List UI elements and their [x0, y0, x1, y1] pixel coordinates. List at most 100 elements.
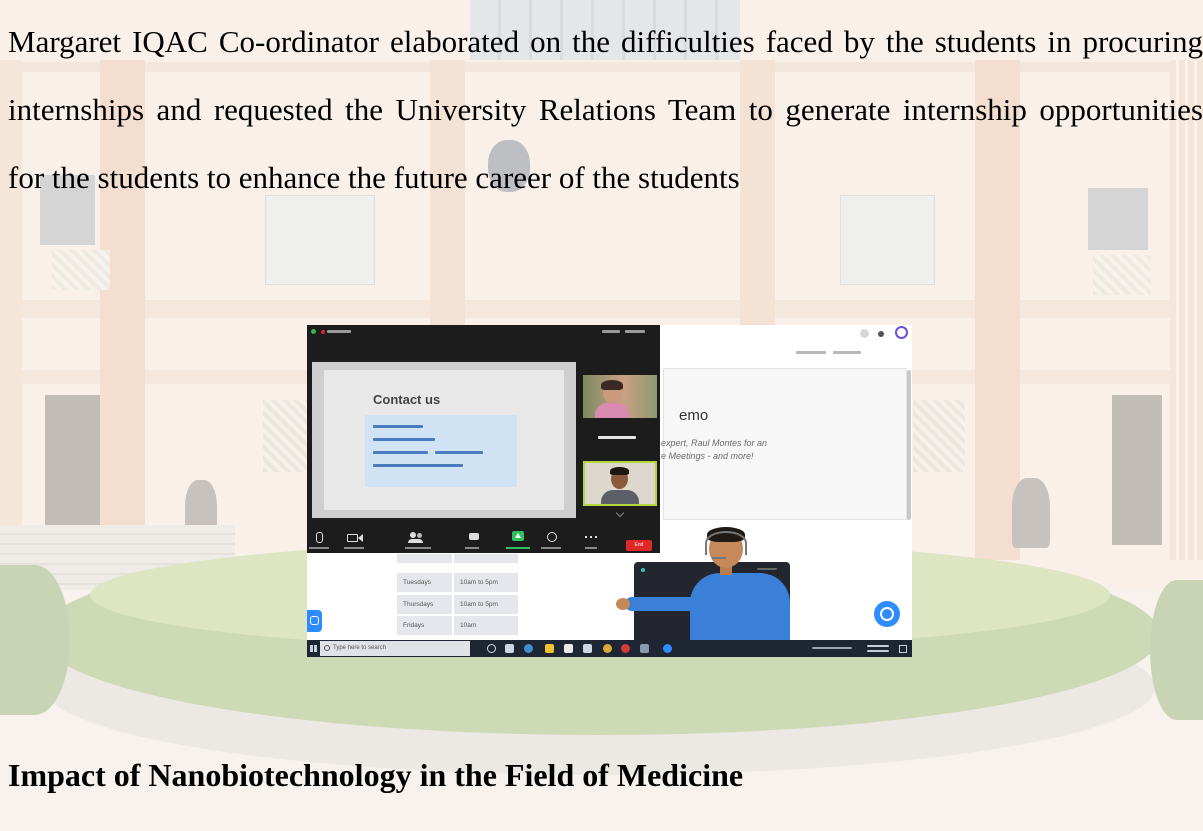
contact-card [365, 415, 517, 487]
gallery-chevron-down-icon[interactable] [615, 508, 625, 518]
view-button[interactable] [625, 330, 645, 333]
presenter-body [690, 573, 790, 640]
zoom-window: Contact us End [307, 325, 660, 553]
video-camera-lens [358, 534, 363, 542]
mute-label [309, 547, 329, 549]
share-screen-label [506, 547, 530, 549]
background-lattice [913, 400, 965, 472]
cortana-icon[interactable] [487, 644, 496, 653]
app-icon[interactable] [640, 644, 649, 653]
document-page: Margaret IQAC Co-ordinator elaborated on… [0, 0, 1203, 831]
paragraph-line-1: Margaret IQAC Co-ordinator elaborated on… [8, 24, 1203, 59]
webpage-demo-heading: emo [679, 407, 709, 424]
webpage-scrollbar[interactable] [907, 370, 911, 520]
background-statue [1012, 478, 1050, 548]
mail-icon[interactable] [583, 644, 592, 653]
hours-time-cell: 10am [454, 616, 518, 635]
participant-hair [601, 380, 623, 390]
paragraph-line-3: for the students to enhance the future c… [8, 160, 740, 195]
section-heading: Impact of Nanobiotechnology in the Field… [8, 757, 744, 793]
search-icon [324, 645, 330, 651]
more-label [585, 547, 597, 549]
opera-browser-icon[interactable] [621, 644, 630, 653]
participants-icon-body [408, 539, 423, 543]
taskbar-search-box[interactable]: Type here to search [320, 641, 470, 656]
background-bush [0, 565, 70, 715]
hours-cell-partial [397, 554, 452, 563]
zoom-app-icon[interactable] [663, 644, 672, 653]
chat-widget-icon[interactable] [307, 610, 322, 632]
participant-name [598, 436, 636, 439]
chat-ring-icon [880, 607, 894, 621]
chat-label [465, 547, 479, 549]
hours-cell-partial [454, 554, 518, 563]
system-tray-icons[interactable] [812, 647, 852, 649]
webpage-nav-link [833, 351, 861, 354]
contact-line [373, 438, 435, 441]
chat-bubble-glyph [310, 616, 319, 625]
more-icon[interactable] [585, 536, 597, 538]
meeting-screenshot: emo expert, Raul Montes for an e Meeting… [307, 325, 912, 657]
presenter-arm [625, 597, 697, 611]
video-label [344, 547, 364, 549]
slide-title: Contact us [373, 392, 441, 407]
end-meeting-button[interactable]: End [626, 540, 652, 551]
notification-icon[interactable] [899, 645, 907, 653]
headset-icon [705, 531, 747, 555]
webpage-menu-dot-icon [878, 331, 884, 337]
participants-icon-second [417, 533, 422, 538]
hours-time-cell: 10am to 5pm [454, 595, 518, 614]
share-arrow-icon [515, 533, 521, 538]
file-explorer-icon[interactable] [545, 644, 554, 653]
hours-day-cell: Thursdays [397, 595, 452, 614]
security-shield-icon [311, 329, 316, 334]
background-lattice [1093, 255, 1151, 295]
participant-shirt [595, 403, 629, 418]
contact-phone-line [435, 451, 483, 454]
laptop-window-controls [757, 568, 777, 570]
system-clock[interactable] [867, 645, 889, 647]
background-door [1112, 395, 1162, 545]
participants-icon[interactable] [410, 532, 416, 538]
store-icon[interactable] [564, 644, 573, 653]
taskbar-search-placeholder: Type here to search [333, 645, 387, 651]
hours-day-cell: Fridays [397, 616, 452, 635]
meeting-timer [602, 330, 620, 333]
webpage-tagline-line-2: e Meetings - and more! [661, 451, 754, 461]
paragraph-line-2: internships and requested the University… [8, 92, 1203, 127]
reactions-icon[interactable] [547, 532, 557, 542]
webpage-profile-icon [860, 329, 869, 338]
contact-email-line [373, 464, 463, 467]
headset-mic [712, 557, 726, 559]
webpage-avatar-icon [895, 326, 908, 339]
background-bush [1150, 580, 1203, 720]
participant-hair [610, 467, 629, 475]
contact-line [373, 425, 423, 428]
reactions-label [541, 547, 561, 549]
laptop-status-dot [641, 568, 645, 572]
chrome-browser-icon[interactable] [603, 644, 612, 653]
contact-phone-line [373, 451, 428, 454]
body-paragraph: Margaret IQAC Co-ordinator elaborated on… [8, 8, 1203, 212]
floating-chat-button[interactable] [874, 601, 900, 627]
webpage-nav-link [796, 351, 826, 354]
background-floor-band [0, 300, 1203, 318]
presenter-hand [616, 598, 630, 610]
background-door [45, 395, 100, 545]
edge-browser-icon[interactable] [524, 644, 533, 653]
recording-label [327, 330, 351, 333]
recording-dot-icon [321, 330, 325, 334]
share-screen-icon[interactable] [512, 531, 524, 541]
chat-icon[interactable] [469, 533, 479, 540]
video-camera-icon[interactable] [347, 534, 358, 542]
microphone-icon[interactable] [316, 532, 323, 543]
system-date [867, 650, 889, 652]
hours-day-cell: Tuesdays [397, 573, 452, 592]
hours-time-cell: 10am to 5pm [454, 573, 518, 592]
windows-start-icon[interactable] [310, 645, 317, 652]
webpage-tagline-line-1: expert, Raul Montes for an [661, 438, 768, 448]
participant-video[interactable] [583, 375, 657, 418]
task-view-icon[interactable] [505, 644, 514, 653]
participant-video-active[interactable] [583, 461, 657, 506]
participant-shirt [601, 490, 639, 504]
